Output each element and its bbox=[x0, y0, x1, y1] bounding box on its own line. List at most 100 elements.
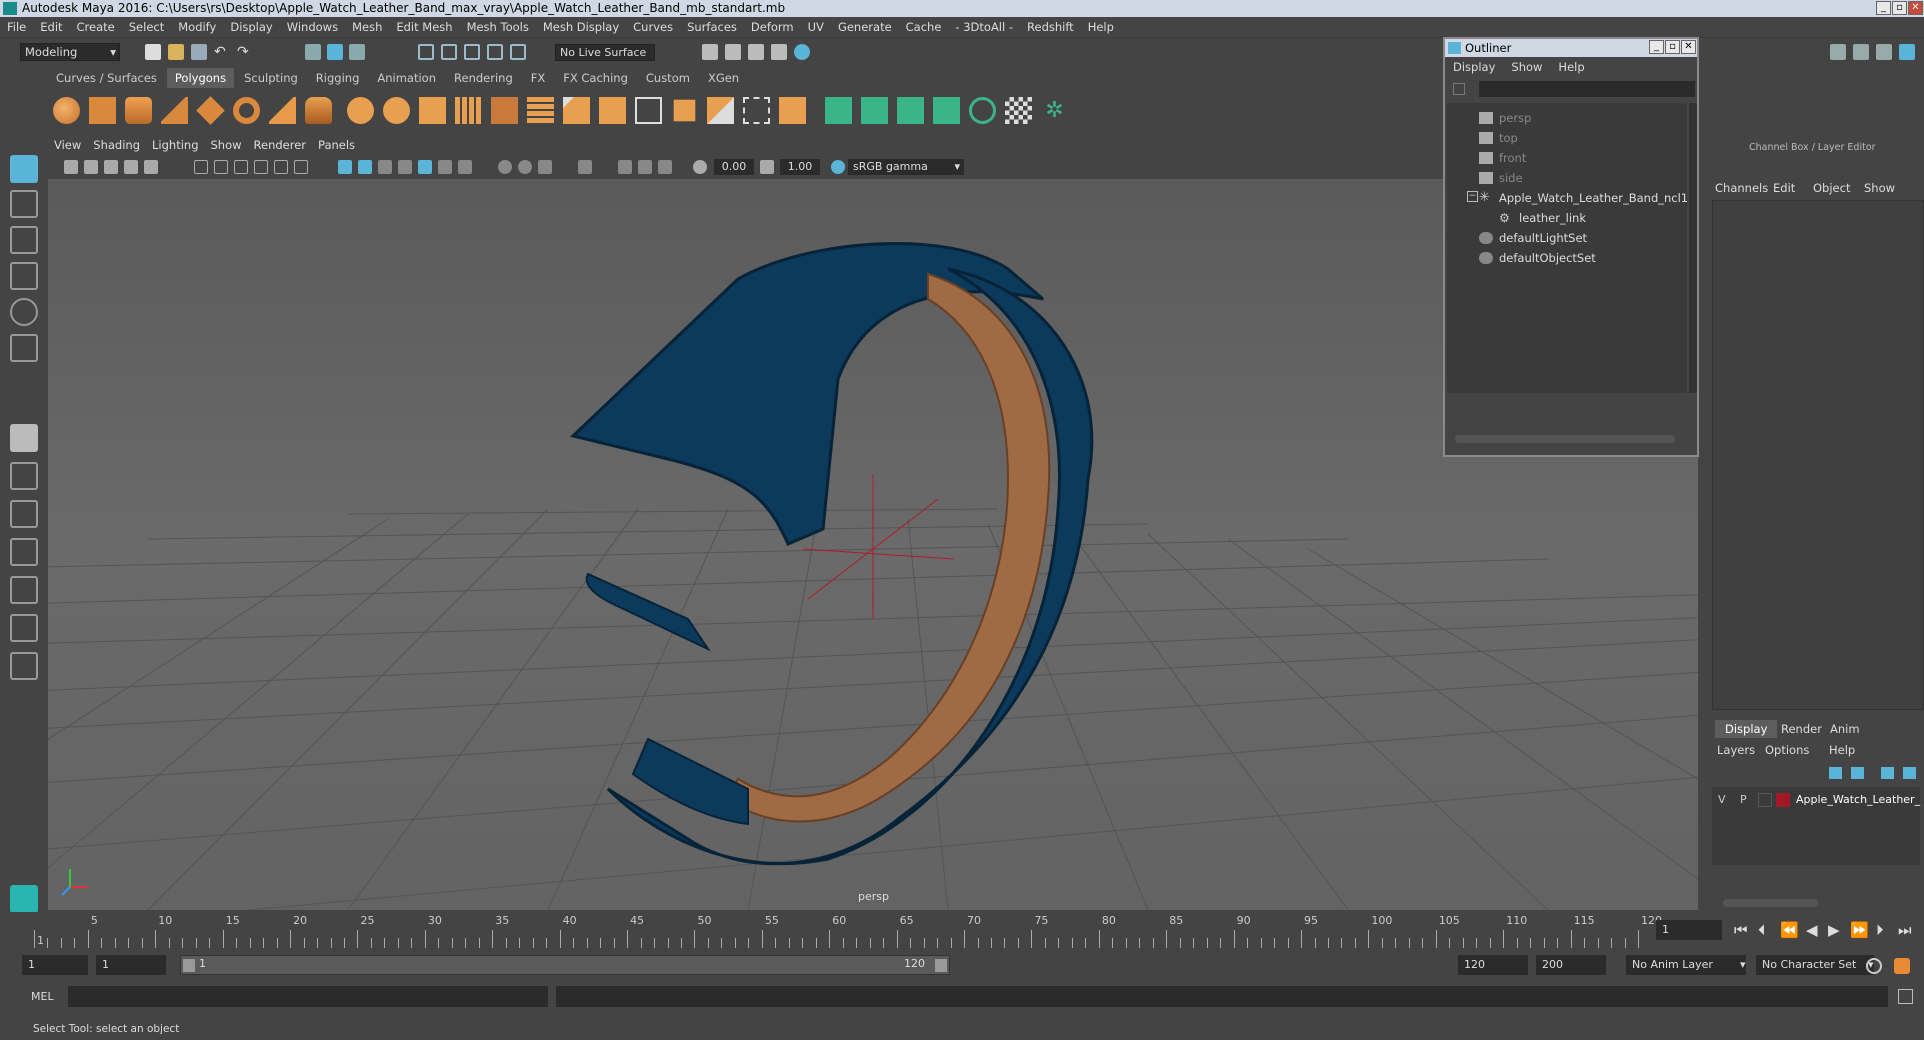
color-management-icon[interactable] bbox=[831, 160, 845, 174]
shelf-tab-sculpting[interactable]: Sculpting bbox=[236, 68, 306, 88]
shelf-tab-rendering[interactable]: Rendering bbox=[446, 68, 521, 88]
outliner-item-leather-link[interactable]: ⚙ leather_link bbox=[1499, 209, 1586, 227]
paint-select-tool-icon[interactable] bbox=[10, 226, 38, 254]
close-button[interactable]: ✕ bbox=[1908, 1, 1923, 15]
move-tool-icon[interactable] bbox=[10, 262, 38, 290]
attribute-editor-icon[interactable] bbox=[1853, 44, 1869, 60]
animation-preferences-icon[interactable] bbox=[1894, 958, 1910, 974]
film-gate-icon[interactable] bbox=[194, 160, 208, 174]
menu-edit-mesh[interactable]: Edit Mesh bbox=[389, 17, 459, 38]
step-forward-key-icon[interactable]: ⏩ bbox=[1850, 921, 1869, 939]
outliner-title-bar[interactable]: Outliner _ ▫ ✕ bbox=[1445, 39, 1697, 57]
menu-help[interactable]: Help bbox=[1081, 17, 1121, 38]
shelf-tab-custom[interactable]: Custom bbox=[638, 68, 698, 88]
use-all-lights-icon[interactable] bbox=[418, 160, 432, 174]
menu-create[interactable]: Create bbox=[70, 17, 122, 38]
anim-layer-select[interactable]: No Anim Layer bbox=[1626, 955, 1746, 975]
cylindrical-uv-icon[interactable] bbox=[861, 97, 888, 124]
view-transform-select[interactable]: sRGB gamma ▾ bbox=[848, 159, 964, 175]
select-component-icon[interactable] bbox=[349, 44, 365, 60]
menu-display[interactable]: Display bbox=[223, 17, 279, 38]
hypershade-icon[interactable] bbox=[794, 44, 810, 60]
grid-toggle-icon[interactable] bbox=[144, 160, 158, 174]
poly-cone-icon[interactable] bbox=[161, 97, 188, 124]
auto-key-icon[interactable] bbox=[1866, 958, 1882, 974]
save-scene-icon[interactable] bbox=[191, 44, 207, 60]
workspace-icon[interactable] bbox=[1830, 44, 1846, 60]
panel-menu-shading[interactable]: Shading bbox=[87, 136, 146, 155]
isolate-select-icon[interactable] bbox=[578, 160, 592, 174]
bevel-icon[interactable] bbox=[563, 97, 590, 124]
ipr-render-icon[interactable] bbox=[748, 44, 764, 60]
outliner-item-side[interactable]: side bbox=[1479, 169, 1523, 187]
menu-generate[interactable]: Generate bbox=[831, 17, 899, 38]
poly-torus-icon[interactable] bbox=[233, 97, 260, 124]
snap-surface-icon[interactable] bbox=[510, 44, 526, 60]
render-settings-icon[interactable] bbox=[771, 44, 787, 60]
channel-menu-channels[interactable]: Channels bbox=[1715, 181, 1768, 195]
menu-mesh[interactable]: Mesh bbox=[345, 17, 389, 38]
xray-components-icon[interactable] bbox=[658, 160, 672, 174]
menu-mesh-tools[interactable]: Mesh Tools bbox=[460, 17, 536, 38]
open-scene-icon[interactable] bbox=[168, 44, 184, 60]
shelf-tab-curves-surfaces[interactable]: Curves / Surfaces bbox=[48, 68, 165, 88]
gamma-field[interactable]: 1.00 bbox=[780, 159, 820, 175]
lasso-tool-icon[interactable] bbox=[10, 190, 38, 218]
step-back-frame-icon[interactable]: ⏴ bbox=[1758, 921, 1766, 939]
outliner-item-front[interactable]: front bbox=[1479, 149, 1526, 167]
new-scene-icon[interactable] bbox=[145, 44, 161, 60]
move-layer-down-icon[interactable] bbox=[1903, 767, 1916, 779]
redo-icon[interactable]: ↷ bbox=[237, 44, 253, 60]
menu-windows[interactable]: Windows bbox=[280, 17, 345, 38]
shadows-icon[interactable] bbox=[438, 160, 452, 174]
multi-cut-icon[interactable] bbox=[673, 99, 696, 122]
select-tool-icon[interactable] bbox=[10, 155, 38, 183]
snap-grid-icon[interactable] bbox=[418, 44, 434, 60]
search-options-icon[interactable] bbox=[1453, 83, 1465, 95]
layer-menu-help[interactable]: Help bbox=[1829, 743, 1855, 757]
outliner-item-default-object-set[interactable]: defaultObjectSet bbox=[1479, 249, 1596, 267]
spherical-uv-icon[interactable] bbox=[897, 97, 924, 124]
maximize-button[interactable]: ▫ bbox=[1892, 1, 1907, 15]
time-slider[interactable]: 1 5 10 15 20 25 30 35 40 45 50 55 60 65 70 75 80 85 90 95 10… bbox=[0, 912, 1924, 950]
xray-joints-icon[interactable] bbox=[638, 160, 652, 174]
panel-menu-show[interactable]: Show bbox=[205, 136, 248, 155]
xray-icon[interactable] bbox=[618, 160, 632, 174]
start-time-field[interactable]: 1 bbox=[22, 955, 88, 975]
safe-action-icon[interactable] bbox=[274, 160, 288, 174]
bridge-icon[interactable] bbox=[527, 97, 554, 124]
outliner-item-top[interactable]: top bbox=[1479, 129, 1518, 147]
poly-cylinder-icon[interactable] bbox=[125, 97, 152, 124]
command-input[interactable] bbox=[68, 986, 548, 1007]
checker-icon[interactable] bbox=[1005, 97, 1032, 124]
channel-menu-object[interactable]: Object bbox=[1813, 181, 1850, 195]
fill-hole-icon[interactable] bbox=[635, 97, 662, 124]
poly-cube-icon[interactable] bbox=[89, 97, 116, 124]
field-chart-icon[interactable] bbox=[254, 160, 268, 174]
layer-horizontal-scrollbar[interactable] bbox=[1723, 899, 1818, 907]
live-surface-field[interactable]: No Live Surface bbox=[555, 44, 655, 61]
outliner-item-default-light-set[interactable]: defaultLightSet bbox=[1479, 229, 1587, 247]
panel-menu-view[interactable]: View bbox=[48, 136, 87, 155]
current-frame-field[interactable]: 1 bbox=[1656, 920, 1722, 940]
tool-settings-icon[interactable] bbox=[1876, 44, 1892, 60]
layer-row[interactable]: V P Apple_Watch_Leather_ bbox=[1712, 791, 1920, 809]
anti-aliasing-icon[interactable] bbox=[518, 160, 532, 174]
append-polygon-icon[interactable] bbox=[599, 97, 626, 124]
extrude-icon[interactable] bbox=[491, 97, 518, 124]
rotate-tool-icon[interactable] bbox=[10, 298, 38, 326]
outliner-vertical-scrollbar[interactable] bbox=[1689, 103, 1697, 393]
smooth-shade-icon[interactable] bbox=[358, 160, 372, 174]
menu-select[interactable]: Select bbox=[122, 17, 171, 38]
range-slider[interactable]: 1 120 bbox=[180, 955, 950, 975]
poly-pyramid-icon[interactable] bbox=[269, 97, 296, 124]
undo-icon[interactable]: ↶ bbox=[214, 44, 230, 60]
extract-icon[interactable] bbox=[419, 97, 446, 124]
new-layer-icon[interactable] bbox=[1829, 767, 1842, 779]
layer-tab-anim[interactable]: Anim bbox=[1830, 722, 1860, 736]
camera-tools-icon[interactable] bbox=[84, 160, 98, 174]
outliner-minimize-button[interactable]: _ bbox=[1649, 40, 1664, 54]
layer-color-swatch[interactable] bbox=[1776, 793, 1790, 807]
outliner-close-button[interactable]: ✕ bbox=[1681, 40, 1696, 54]
character-set-select[interactable]: No Character Set bbox=[1756, 955, 1874, 975]
